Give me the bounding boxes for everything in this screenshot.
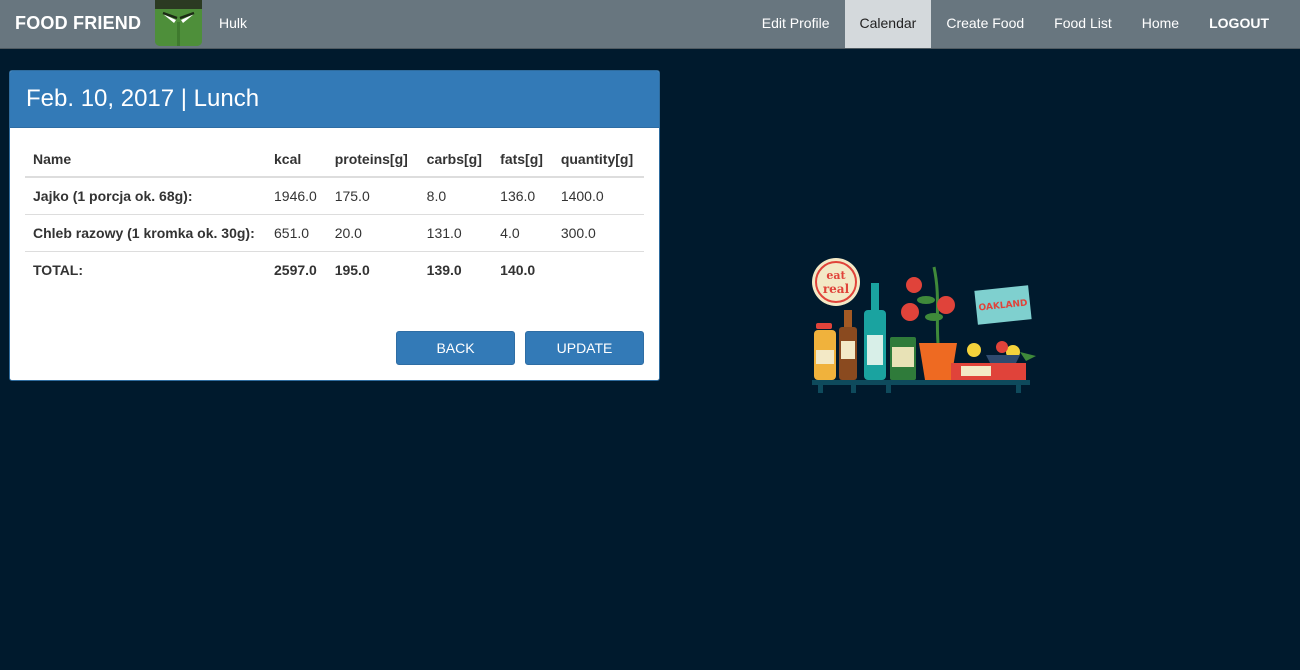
total-quantity: [552, 251, 644, 288]
meal-panel: Feb. 10, 2017 | Lunch Name kcal proteins…: [9, 70, 660, 381]
food-name: Chleb razowy (1 kromka ok. 30g):: [25, 214, 266, 252]
total-row: TOTAL: 2597.0 195.0 139.0 140.0: [25, 251, 644, 288]
food-carbs: 8.0: [418, 176, 493, 215]
user-name: Hulk: [219, 15, 248, 31]
total-kcal: 2597.0: [266, 251, 327, 288]
total-label: TOTAL:: [25, 251, 266, 288]
nav-edit-profile[interactable]: Edit Profile: [747, 0, 845, 48]
table-row: Jajko (1 porcja ok. 68g): 1946.0 175.0 8…: [25, 176, 644, 215]
nav-food-list[interactable]: Food List: [1039, 0, 1127, 48]
nav-links: Edit Profile Calendar Create Food Food L…: [747, 0, 1284, 48]
col-carbs: carbs[g]: [418, 141, 493, 178]
user-avatar: [155, 0, 202, 46]
food-fats: 4.0: [492, 214, 553, 252]
total-fats: 140.0: [492, 251, 553, 288]
food-kcal: 651.0: [266, 214, 327, 252]
nav-logout[interactable]: LOGOUT: [1194, 0, 1284, 48]
table-header-row: Name kcal proteins[g] carbs[g] fats[g] q…: [25, 141, 644, 178]
col-quantity: quantity[g]: [552, 141, 644, 178]
update-button[interactable]: UPDATE: [525, 331, 644, 365]
table-row: Chleb razowy (1 kromka ok. 30g): 651.0 2…: [25, 214, 644, 252]
food-illustration: eat real OAKLAND: [806, 255, 1042, 400]
top-navbar: FOOD FRIEND Hulk Edit Profile Calendar C…: [0, 0, 1300, 49]
nav-calendar[interactable]: Calendar: [844, 0, 932, 48]
food-quantity: 1400.0: [552, 176, 644, 215]
total-proteins: 195.0: [326, 251, 419, 288]
food-name: Jajko (1 porcja ok. 68g):: [25, 176, 266, 215]
food-quantity: 300.0: [552, 214, 644, 252]
back-button[interactable]: BACK: [396, 331, 515, 365]
food-proteins: 175.0: [326, 176, 419, 215]
nav-home[interactable]: Home: [1127, 0, 1194, 48]
nav-create-food[interactable]: Create Food: [931, 0, 1039, 48]
badge-text-real: real: [823, 282, 850, 296]
col-proteins: proteins[g]: [326, 141, 419, 178]
col-name: Name: [25, 141, 266, 178]
total-carbs: 139.0: [418, 251, 493, 288]
badge-text-eat: eat: [826, 269, 846, 282]
food-fats: 136.0: [492, 176, 553, 215]
col-kcal: kcal: [266, 141, 327, 178]
brand-logo-text[interactable]: FOOD FRIEND: [15, 13, 141, 34]
food-kcal: 1946.0: [266, 176, 327, 215]
meal-table: Name kcal proteins[g] carbs[g] fats[g] q…: [25, 141, 644, 288]
food-proteins: 20.0: [326, 214, 419, 252]
meal-heading: Feb. 10, 2017 | Lunch: [10, 71, 659, 128]
food-carbs: 131.0: [418, 214, 493, 252]
col-fats: fats[g]: [492, 141, 553, 178]
